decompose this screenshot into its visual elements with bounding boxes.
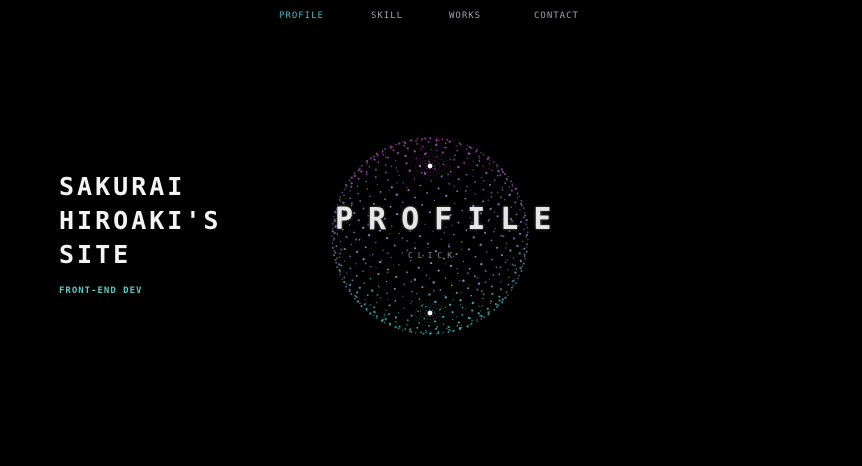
site-title-line-1: SAKURAI xyxy=(59,172,186,201)
profile-orb-button[interactable]: PROFILE CLICK xyxy=(320,124,551,344)
site-title-line-2: HIROAKI'S xyxy=(59,206,222,235)
nav-link-skill[interactable]: SKILL xyxy=(371,10,403,22)
nav-link-works[interactable]: WORKS xyxy=(449,10,481,22)
particle-sphere-icon xyxy=(331,137,529,335)
main-nav: PROFILE SKILL WORKS CONTACT xyxy=(0,10,862,24)
site-title-line-3: SITE xyxy=(59,240,132,269)
site-title: SAKURAI HIROAKI'S SITE xyxy=(59,170,221,272)
nav-link-contact[interactable]: CONTACT xyxy=(534,10,579,22)
site-subtitle: FRONT-END DEV xyxy=(59,286,143,296)
nav-link-profile[interactable]: PROFILE xyxy=(279,10,324,22)
